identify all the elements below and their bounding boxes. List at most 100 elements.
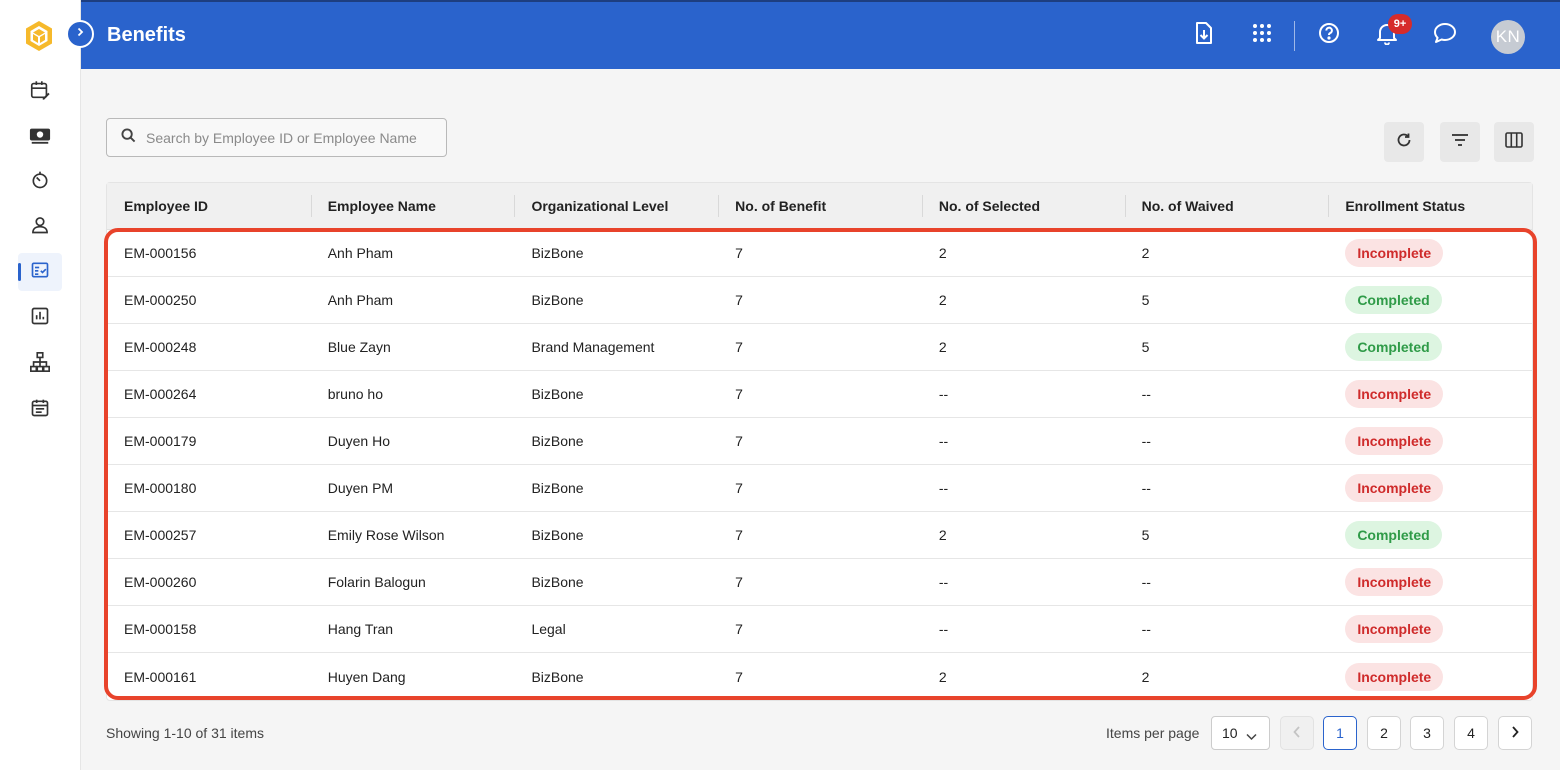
table-row[interactable]: EM-000264 bruno ho BizBone 7 -- -- Incomplete	[107, 371, 1532, 418]
table-row[interactable]: EM-000179 Duyen Ho BizBone 7 -- -- Incomplete	[107, 418, 1532, 465]
status-badge: Incomplete	[1345, 615, 1444, 643]
chat-button[interactable]	[1432, 22, 1458, 48]
status-badge: Incomplete	[1345, 427, 1444, 455]
nav-person[interactable]	[18, 208, 62, 246]
sidebar-expand-button[interactable]	[66, 20, 94, 48]
table-row[interactable]: EM-000248 Blue Zayn Brand Management 7 2 5 Com…	[107, 324, 1532, 371]
page-1-button[interactable]: 1	[1323, 716, 1357, 750]
no-of-waived-cell: 2	[1141, 245, 1150, 261]
column-header-no-of-waived[interactable]: No. of Waived	[1124, 183, 1329, 230]
prev-page-button[interactable]	[1280, 716, 1314, 750]
status-badge: Completed	[1345, 521, 1442, 549]
no-of-selected-cell: 2	[938, 245, 947, 261]
table-row[interactable]: EM-000180 Duyen PM BizBone 7 -- -- Incomplete	[107, 465, 1532, 512]
org-level-cell: Legal	[531, 621, 566, 637]
enrollment-status-cell: Completed	[1328, 333, 1532, 361]
table-row[interactable]: EM-000257 Emily Rose Wilson BizBone 7 2 5 Comp…	[107, 512, 1532, 559]
next-page-button[interactable]	[1498, 716, 1532, 750]
no-of-benefit-cell: 7	[735, 386, 743, 402]
nav-benefits[interactable]	[18, 253, 62, 291]
items-count-text: Showing 1-10 of 31 items	[106, 725, 264, 741]
page-3-button[interactable]: 3	[1410, 716, 1444, 750]
table-row[interactable]: EM-000250 Anh Pham BizBone 7 2 5 Completed	[107, 277, 1532, 324]
employee-name-cell: Duyen PM	[327, 480, 394, 496]
no-of-benefit-cell: 7	[735, 339, 743, 355]
page-2-button[interactable]: 2	[1367, 716, 1401, 750]
org-level-cell: BizBone	[531, 292, 584, 308]
search-input[interactable]	[146, 129, 436, 146]
no-of-waived-cell: --	[1141, 621, 1151, 637]
org-level-cell: BizBone	[531, 574, 584, 590]
top-header: Benefits 9+ KN	[81, 0, 1560, 69]
enrollment-status-cell: Incomplete	[1328, 380, 1532, 408]
table-row[interactable]: EM-000161 Huyen Dang BizBone 7 2 2 Incomplete	[107, 653, 1532, 700]
no-of-selected-cell: 2	[938, 527, 947, 543]
nav-timer[interactable]	[18, 163, 62, 201]
no-of-selected-cell: 2	[938, 339, 947, 355]
no-of-waived-cell: 5	[1141, 339, 1150, 355]
apps-grid-icon	[1252, 23, 1272, 48]
employee-name-cell: Hang Tran	[327, 621, 394, 637]
search-box[interactable]	[106, 118, 447, 157]
column-header-employee-id[interactable]: Employee ID	[107, 183, 311, 230]
timer-icon	[30, 170, 50, 195]
no-of-benefit-cell: 7	[735, 245, 743, 261]
org-level-cell: BizBone	[531, 527, 584, 543]
nav-reports[interactable]	[18, 299, 62, 337]
employee-id-cell: EM-000180	[124, 480, 197, 496]
help-icon	[1318, 22, 1340, 49]
enrollment-status-cell: Incomplete	[1328, 568, 1532, 596]
no-of-waived-cell: --	[1141, 386, 1151, 402]
table-row[interactable]: EM-000260 Folarin Balogun BizBone 7 -- -- Inco…	[107, 559, 1532, 606]
employee-name-cell: Duyen Ho	[327, 433, 390, 449]
enrollment-status-cell: Incomplete	[1328, 474, 1532, 502]
no-of-benefit-cell: 7	[735, 574, 743, 590]
app-logo-icon[interactable]	[22, 19, 56, 53]
enrollment-status-cell: Incomplete	[1328, 615, 1532, 643]
no-of-selected-cell: --	[938, 621, 949, 637]
items-per-page-value: 10	[1222, 725, 1238, 741]
column-header-enrollment-status[interactable]: Enrollment Status	[1328, 183, 1532, 230]
no-of-waived-cell: --	[1141, 433, 1151, 449]
columns-button[interactable]	[1494, 122, 1534, 162]
no-of-selected-cell: --	[938, 433, 949, 449]
chevron-right-icon	[1510, 725, 1520, 742]
download-file-button[interactable]	[1191, 21, 1217, 48]
table-body: EM-000156 Anh Pham BizBone 7 2 2 Incomplete EM-…	[107, 230, 1532, 700]
user-avatar[interactable]: KN	[1491, 20, 1525, 54]
status-badge: Incomplete	[1345, 474, 1444, 502]
nav-calendar-edit[interactable]	[18, 73, 62, 111]
no-of-selected-cell: --	[938, 480, 949, 496]
column-header-no-of-benefit[interactable]: No. of Benefit	[718, 183, 922, 230]
table-row[interactable]: EM-000158 Hang Tran Legal 7 -- -- Incomplete	[107, 606, 1532, 653]
enrollment-status-cell: Incomplete	[1328, 239, 1532, 267]
benefits-checklist-icon	[30, 260, 50, 285]
org-level-cell: Brand Management	[531, 339, 655, 355]
nav-payroll[interactable]	[18, 118, 62, 156]
nav-schedule[interactable]	[18, 391, 62, 429]
employee-id-cell: EM-000248	[124, 339, 197, 355]
apps-menu-button[interactable]	[1249, 22, 1275, 48]
status-badge: Incomplete	[1345, 662, 1444, 691]
employee-name-cell: Anh Pham	[327, 292, 394, 308]
column-header-employee-name[interactable]: Employee Name	[310, 183, 515, 230]
table-header-row: Employee ID Employee Name Organizational…	[107, 183, 1532, 230]
no-of-waived-cell: 5	[1141, 527, 1150, 543]
calendar-edit-icon	[29, 79, 51, 106]
table-row[interactable]: EM-000156 Anh Pham BizBone 7 2 2 Incomplete	[107, 230, 1532, 277]
no-of-benefit-cell: 7	[735, 621, 743, 637]
items-per-page-select[interactable]: 10	[1211, 716, 1270, 750]
help-button[interactable]	[1316, 22, 1342, 48]
refresh-button[interactable]	[1384, 122, 1424, 162]
chat-icon	[1433, 22, 1457, 49]
column-header-org-level[interactable]: Organizational Level	[514, 183, 718, 230]
no-of-benefit-cell: 7	[735, 292, 743, 308]
nav-org-chart[interactable]	[18, 345, 62, 383]
page-4-button[interactable]: 4	[1454, 716, 1488, 750]
employee-id-cell: EM-000250	[124, 292, 197, 308]
column-header-no-of-selected[interactable]: No. of Selected	[921, 183, 1125, 230]
employee-name-cell: Anh Pham	[327, 245, 394, 261]
sidebar	[0, 0, 81, 770]
filter-button[interactable]	[1440, 122, 1480, 162]
employee-name-cell: bruno ho	[327, 386, 383, 402]
